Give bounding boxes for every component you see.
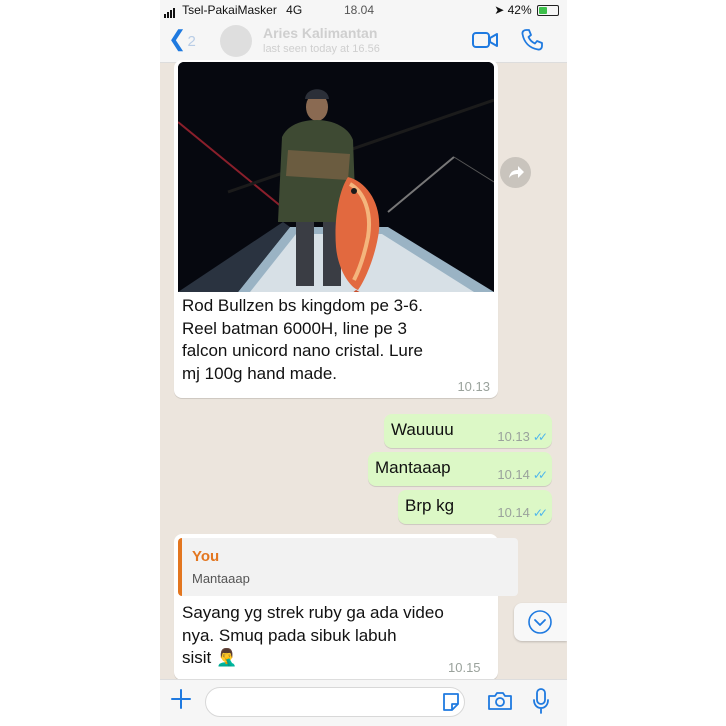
message-line: mj 100g hand made.: [182, 363, 337, 383]
message-input-bar: [160, 679, 567, 726]
chevron-down-icon: [528, 610, 552, 634]
read-receipt-icon: ✓✓: [532, 468, 548, 482]
fishing-photo[interactable]: [178, 62, 494, 292]
message-text: Rod Bullzen bs kingdom pe 3-6. Reel batm…: [182, 295, 494, 385]
chat-header: ❮2 Aries Kalimantan last seen today at 1…: [160, 20, 567, 63]
status-right: ➤ 42%: [494, 3, 559, 17]
outgoing-message[interactable]: Mantaaap 10.14 ✓✓: [368, 452, 552, 486]
message-time: 10.13 ✓✓: [497, 429, 548, 444]
message-time-value: 10.13: [497, 429, 530, 444]
message-line: Rod Bullzen bs kingdom pe 3-6.: [182, 296, 423, 315]
message-text: Brp kg: [405, 496, 455, 515]
read-receipt-icon: ✓✓: [532, 506, 548, 520]
message-time: 10.14 ✓✓: [497, 505, 548, 520]
message-text: Mantaaap: [375, 458, 451, 477]
quoted-text: Mantaaap: [192, 571, 250, 586]
forward-button[interactable]: [500, 157, 531, 188]
contact-name[interactable]: Aries Kalimantan: [263, 25, 377, 41]
message-line: Sayang yg strek ruby ga ada video: [182, 603, 444, 622]
message-time: 10.14 ✓✓: [497, 467, 548, 482]
clock: 18.04: [344, 3, 375, 17]
back-button[interactable]: ❮2: [168, 26, 196, 52]
battery-icon: [537, 5, 559, 17]
carrier-info: Tsel-PakaiMasker 4G: [164, 3, 302, 18]
signal-strength-icon: [164, 4, 176, 18]
read-receipt-icon: ✓✓: [532, 430, 548, 444]
network-type: 4G: [286, 3, 303, 17]
outgoing-message[interactable]: Wauuuu 10.13 ✓✓: [384, 414, 552, 448]
incoming-photo-message[interactable]: Rod Bullzen bs kingdom pe 3-6. Reel batm…: [174, 60, 498, 398]
message-time-value: 10.14: [497, 467, 530, 482]
battery-percent: 42%: [507, 3, 532, 17]
microphone-icon[interactable]: [532, 688, 550, 714]
message-text: Wauuuu: [391, 420, 454, 439]
chat-screen: Tsel-PakaiMasker 4G 18.04 ➤ 42% ❮2 Aries…: [160, 0, 567, 726]
video-call-icon[interactable]: [472, 30, 498, 50]
message-time: 10.13: [457, 379, 490, 394]
message-time-value: 10.14: [497, 505, 530, 520]
plus-icon[interactable]: [170, 688, 192, 710]
forward-arrow-icon: [509, 166, 524, 178]
camera-icon[interactable]: [487, 690, 513, 712]
message-time: 10.15: [448, 660, 481, 675]
last-seen-status: last seen today at 16.56: [263, 43, 380, 55]
photo-image: [178, 62, 494, 292]
avatar[interactable]: [220, 25, 252, 57]
unread-chats-count: 2: [187, 33, 196, 50]
outgoing-message[interactable]: Brp kg 10.14 ✓✓: [398, 490, 552, 524]
location-arrow-icon: ➤: [494, 3, 505, 17]
phone-call-icon[interactable]: [520, 28, 544, 52]
message-line: Reel batman 6000H, line pe 3: [182, 318, 407, 338]
message-input[interactable]: [205, 687, 465, 717]
quoted-author: You: [192, 548, 220, 565]
message-line: falcon unicord nano cristal. Lure: [182, 341, 423, 360]
quoted-message[interactable]: You Mantaaap: [178, 538, 518, 596]
sticker-icon[interactable]: [440, 691, 462, 713]
scroll-to-bottom-button[interactable]: [514, 603, 567, 641]
carrier-name: Tsel-PakaiMasker: [182, 3, 277, 17]
back-chevron-icon: ❮: [168, 26, 187, 51]
status-bar: Tsel-PakaiMasker 4G 18.04 ➤ 42%: [160, 0, 567, 20]
message-line: nya. Smuq pada sibuk labuh: [182, 625, 397, 645]
